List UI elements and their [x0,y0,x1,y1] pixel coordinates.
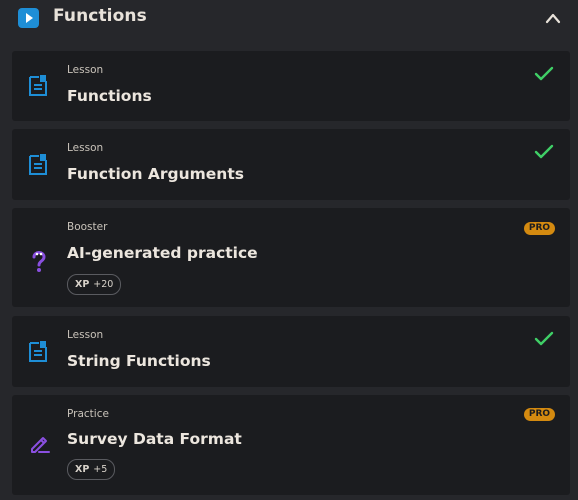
play-icon [18,8,39,28]
lesson-doc-icon [28,340,48,368]
lesson-item[interactable]: Lesson String Functions [12,316,570,387]
pro-badge: PRO [524,408,555,421]
item-title: Survey Data Format [67,430,242,448]
item-title: Functions [67,87,152,105]
chevron-up-icon[interactable] [544,10,562,24]
check-icon [534,144,554,164]
lesson-doc-icon [28,74,48,102]
item-kind: Lesson [67,329,104,341]
xp-label: XP [75,464,90,475]
pro-badge: PRO [524,222,555,235]
xp-value: +5 [93,464,108,475]
pencil-edit-icon [29,433,51,459]
section-header[interactable]: Functions [0,0,578,36]
lesson-item[interactable]: Lesson Functions [12,51,570,121]
item-title: AI-generated practice [67,244,258,262]
xp-value: +20 [93,279,114,290]
question-mark-icon [30,248,48,278]
practice-item[interactable]: Practice Survey Data Format PRO XP +5 [12,395,570,495]
check-icon [534,66,554,86]
lesson-doc-icon [28,153,48,181]
section-title: Functions [53,6,147,26]
xp-badge: XP +5 [67,459,116,480]
item-kind: Practice [67,408,109,420]
lesson-item[interactable]: Lesson Function Arguments [12,129,570,200]
check-icon [534,331,554,351]
item-title: Function Arguments [67,165,244,183]
xp-label: XP [75,279,90,290]
item-title: String Functions [67,352,211,370]
booster-item[interactable]: Booster AI-generated practice PRO XP +20 [12,208,570,307]
item-kind: Lesson [67,142,104,154]
item-kind: Booster [67,221,108,233]
xp-badge: XP +20 [67,274,122,295]
item-kind: Lesson [67,64,104,76]
